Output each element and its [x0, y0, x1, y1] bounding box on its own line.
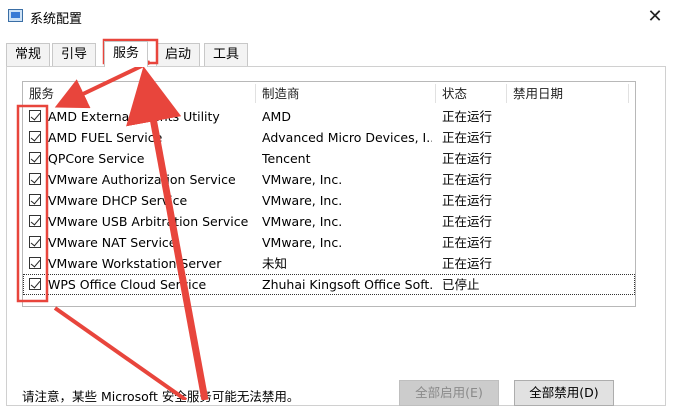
service-checkbox[interactable]: [29, 215, 41, 227]
service-status: 正在运行: [442, 235, 493, 250]
table-row[interactable]: AMD FUEL Service Advanced Micro Devices,…: [23, 127, 635, 148]
service-manufacturer: Tencent: [262, 151, 311, 166]
tab-tools[interactable]: 工具: [204, 43, 249, 66]
service-manufacturer: VMware, Inc.: [262, 235, 343, 250]
service-name: VMware Authorization Service: [48, 172, 236, 187]
service-checkbox[interactable]: [29, 194, 41, 206]
service-status: 正在运行: [442, 193, 493, 208]
service-checkbox[interactable]: [29, 257, 41, 269]
service-status: 正在运行: [442, 214, 493, 229]
table-row[interactable]: VMware Workstation Server 未知 正在运行: [23, 253, 635, 274]
service-name: VMware USB Arbitration Service: [48, 214, 249, 229]
column-header-disabled-date[interactable]: 禁用日期: [507, 82, 635, 105]
column-header-service[interactable]: 服务: [23, 82, 255, 105]
disable-all-button[interactable]: 全部禁用(D): [514, 380, 614, 406]
column-header-manufacturer[interactable]: 制造商: [256, 82, 436, 105]
service-status: 正在运行: [442, 130, 493, 145]
table-row[interactable]: QPCore Service Tencent 正在运行: [23, 148, 635, 169]
enable-all-button[interactable]: 全部启用(E): [399, 380, 499, 406]
service-name: WPS Office Cloud Service: [48, 277, 207, 292]
service-checkbox[interactable]: [29, 278, 41, 290]
service-checkbox[interactable]: [29, 236, 41, 248]
service-checkbox[interactable]: [29, 131, 41, 143]
service-manufacturer: VMware, Inc.: [262, 193, 343, 208]
close-icon[interactable]: ✕: [635, 0, 675, 33]
table-row[interactable]: VMware DHCP Service VMware, Inc. 正在运行: [23, 190, 635, 211]
table-row[interactable]: WPS Office Cloud Service Zhuhai Kingsoft…: [23, 274, 635, 295]
service-status: 正在运行: [442, 256, 493, 271]
service-name: VMware Workstation Server: [48, 256, 222, 271]
system-config-icon: [8, 9, 23, 22]
column-header-status[interactable]: 状态: [436, 82, 506, 105]
service-name: AMD External Events Utility: [48, 109, 220, 124]
service-name: VMware NAT Service: [48, 235, 177, 250]
service-status: 正在运行: [442, 151, 493, 166]
service-manufacturer: VMware, Inc.: [262, 172, 343, 187]
service-checkbox[interactable]: [29, 152, 41, 164]
service-manufacturer: AMD: [262, 109, 291, 124]
service-status: 已停止: [442, 277, 480, 292]
service-manufacturer: Zhuhai Kingsoft Office Soft...: [262, 277, 432, 292]
tab-boot[interactable]: 引导: [52, 43, 97, 66]
table-row[interactable]: VMware USB Arbitration Service VMware, I…: [23, 211, 635, 232]
title-bar: 系统配置 ✕: [0, 0, 675, 33]
table-row[interactable]: AMD External Events Utility AMD 正在运行: [23, 106, 635, 127]
notice-text: 请注意，某些 Microsoft 安全服务可能无法禁用。: [22, 389, 300, 404]
service-name: VMware DHCP Service: [48, 193, 188, 208]
service-checkbox[interactable]: [29, 173, 41, 185]
service-status: 正在运行: [442, 109, 493, 124]
tab-general[interactable]: 常规: [6, 43, 51, 66]
table-row[interactable]: VMware NAT Service VMware, Inc. 正在运行: [23, 232, 635, 253]
service-name: QPCore Service: [48, 151, 145, 166]
service-name: AMD FUEL Service: [48, 130, 163, 145]
service-manufacturer: Advanced Micro Devices, I...: [262, 130, 432, 145]
list-header: 服务 制造商 状态 禁用日期: [23, 82, 635, 105]
table-row[interactable]: VMware Authorization Service VMware, Inc…: [23, 169, 635, 190]
services-list[interactable]: 服务 制造商 状态 禁用日期 AMD External Events Utili…: [22, 81, 636, 307]
service-checkbox[interactable]: [29, 110, 41, 122]
tab-bar: 常规 引导 服务 启动 工具: [6, 41, 666, 67]
service-manufacturer: VMware, Inc.: [262, 214, 343, 229]
service-status: 正在运行: [442, 172, 493, 187]
service-manufacturer: 未知: [262, 256, 288, 271]
tab-services[interactable]: 服务: [104, 41, 149, 67]
tab-startup[interactable]: 启动: [156, 43, 201, 66]
window-title: 系统配置: [30, 12, 83, 27]
